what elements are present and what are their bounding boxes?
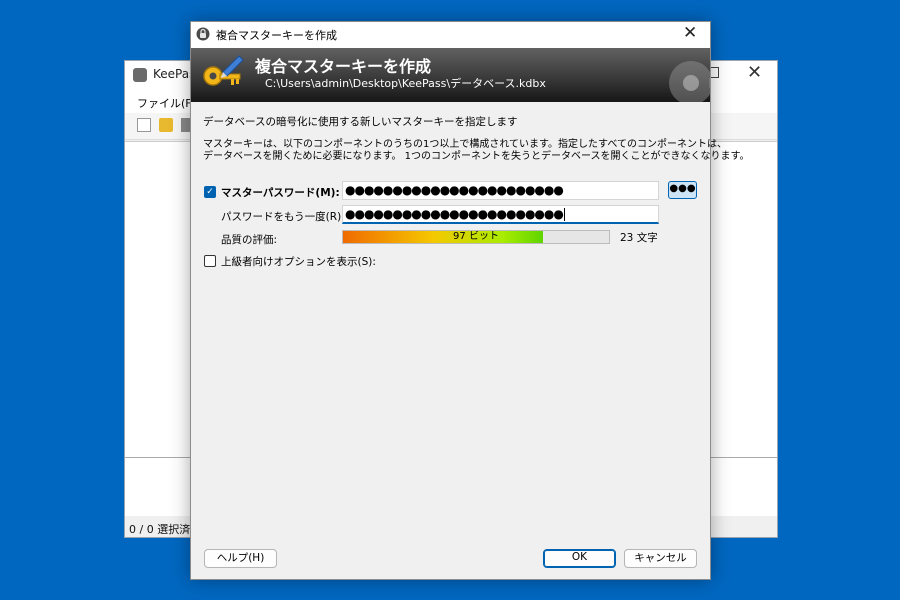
quality-bits-text: 97 ビット [453, 231, 499, 242]
dialog-titlebar: 複合マスターキーを作成 ✕ [191, 22, 710, 48]
help-button[interactable]: ヘルプ(H) [204, 549, 277, 568]
keepass-lock-icon [133, 68, 147, 82]
master-password-input[interactable]: ●●●●●●●●●●●●●●●●●●●●●●● [342, 181, 659, 200]
repeat-password-input[interactable]: ●●●●●●●●●●●●●●●●●●●●●●● [342, 205, 659, 224]
close-icon[interactable]: ✕ [683, 23, 697, 43]
banner-decoration [669, 61, 710, 102]
ok-button[interactable]: OK [543, 549, 616, 568]
repeat-password-value: ●●●●●●●●●●●●●●●●●●●●●●● [345, 207, 564, 221]
password-length-text: 23 文字 [620, 232, 658, 244]
cancel-button[interactable]: キャンセル [624, 549, 697, 568]
quality-label: 品質の評価: [221, 234, 278, 246]
quality-progress-bar: 97 ビット [342, 230, 610, 244]
text-cursor [563, 208, 565, 221]
show-password-button[interactable]: ●●● [668, 181, 697, 199]
database-path: C:\Users\admin\Desktop\KeePass\データベース.kd… [265, 77, 546, 90]
key-pen-icon [203, 55, 244, 86]
create-master-key-dialog: 複合マスターキーを作成 ✕ 複合マスターキーを作成 C:\Users\admin… [190, 21, 750, 580]
master-password-label: マスターパスワード(M): [221, 187, 340, 199]
status-bar-text: 0 / 0 選択済 [129, 523, 191, 536]
new-database-icon[interactable] [137, 118, 151, 132]
keepass-lock-icon [196, 27, 210, 41]
dialog-title: 複合マスターキーを作成 [216, 29, 337, 42]
intro-text: データベースの暗号化に使用する新しいマスターキーを指定します [203, 116, 518, 128]
master-password-checkbox[interactable]: ✓ [204, 186, 216, 198]
advanced-options-checkbox[interactable] [204, 255, 216, 267]
master-password-value: ●●●●●●●●●●●●●●●●●●●●●●● [345, 183, 564, 197]
repeat-password-label: パスワードをもう一度(R): [221, 211, 345, 223]
banner-title: 複合マスターキーを作成 [255, 57, 432, 76]
menu-file[interactable]: ファイル(F) [137, 95, 196, 111]
description-line-2: データベースを開くために必要になります。 1つのコンポーネントを失うとデータベー… [203, 151, 750, 162]
advanced-options-label[interactable]: 上級者向けオプションを表示(S): [221, 254, 376, 269]
close-icon[interactable]: ✕ [747, 62, 762, 83]
dialog-banner: 複合マスターキーを作成 C:\Users\admin\Desktop\KeePa… [191, 48, 710, 102]
open-folder-icon[interactable] [159, 118, 173, 132]
